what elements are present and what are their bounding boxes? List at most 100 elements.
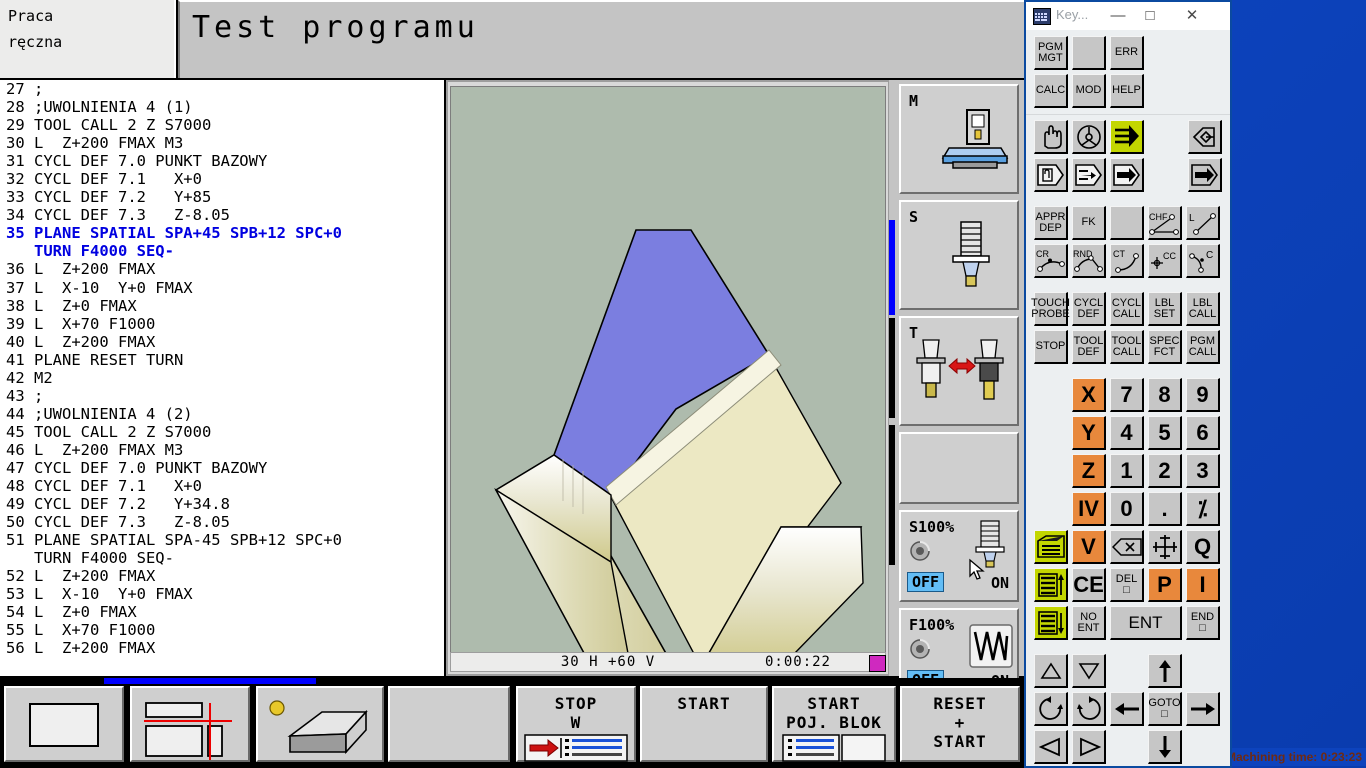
program-line[interactable]: 47 CYCL DEF 7.0 PUNKT BAZOWY (0, 459, 444, 477)
key-err[interactable]: ERR (1110, 36, 1144, 70)
key-sign[interactable]: ⁒ (1186, 492, 1220, 526)
key-spec-fct[interactable]: SPEC FCT (1148, 330, 1182, 364)
key-3[interactable]: 3 (1186, 454, 1220, 488)
key-i[interactable]: I (1186, 568, 1220, 602)
key-q[interactable]: Q (1186, 530, 1220, 564)
simulation-graphics-panel[interactable]: 30 H +60 V 0:00:22 (446, 80, 890, 676)
key-ce[interactable]: CE (1072, 568, 1106, 602)
bottom-softkey-2[interactable] (130, 686, 250, 762)
bottom-softkey-5[interactable]: STOP W (516, 686, 636, 762)
keyboard-title-bar[interactable]: Key... — □ ✕ (1026, 2, 1230, 30)
key-arrow-down[interactable] (1148, 730, 1182, 764)
program-listing[interactable]: 27 ; 28 ;UWOLNIENIA 4 (1) 29 TOOL CALL 2 Z… (0, 80, 444, 676)
key-9[interactable]: 9 (1186, 378, 1220, 412)
key-8[interactable]: 8 (1148, 378, 1182, 412)
key-0[interactable]: 0 (1110, 492, 1144, 526)
program-line[interactable]: TURN F4000 SEQ- (0, 549, 444, 567)
program-line[interactable]: 32 CYCL DEF 7.1 X+0 (0, 170, 444, 188)
key-p[interactable]: P (1148, 568, 1182, 602)
key-1[interactable]: 1 (1110, 454, 1144, 488)
key-cc[interactable]: CC (1148, 244, 1182, 278)
program-line[interactable]: 36 L Z+200 FMAX (0, 260, 444, 278)
program-line[interactable]: 38 L Z+0 FMAX (0, 297, 444, 315)
program-line[interactable]: 33 CYCL DEF 7.2 Y+85 (0, 188, 444, 206)
key-manual[interactable] (1034, 120, 1068, 154)
key-mdi[interactable] (1034, 158, 1068, 192)
minimize-button[interactable]: — (1102, 2, 1134, 29)
program-line[interactable]: 37 L X-10 Y+0 FMAX (0, 279, 444, 297)
key-arrow-left[interactable] (1110, 692, 1144, 726)
program-line[interactable]: 39 L X+70 F1000 (0, 315, 444, 333)
key-lbl-set[interactable]: LBL SET (1148, 292, 1182, 326)
key-goto[interactable]: GOTO □ (1148, 692, 1182, 726)
key-rotate-ccw[interactable] (1034, 692, 1068, 726)
key-axis-v[interactable]: V (1072, 530, 1106, 564)
program-line[interactable]: TURN F4000 SEQ- (0, 242, 444, 260)
vertical-softkey-blank[interactable] (899, 432, 1019, 504)
key-arrow-right[interactable] (1186, 692, 1220, 726)
key-arrow-up[interactable] (1148, 654, 1182, 688)
override-on-button[interactable]: ON (991, 574, 1009, 592)
key-file-list[interactable] (1034, 530, 1068, 564)
key-page-down[interactable] (1034, 606, 1068, 640)
key-axis-y[interactable]: Y (1072, 416, 1106, 450)
vertical-softkey-spindle-icon[interactable]: S (899, 200, 1019, 310)
key-test-run[interactable] (1110, 120, 1144, 154)
key-pgm-mgt[interactable]: PGM MGT (1034, 36, 1068, 70)
program-line[interactable]: 49 CYCL DEF 7.2 Y+34.8 (0, 495, 444, 513)
program-line[interactable]: 51 PLANE SPATIAL SPA-45 SPB+12 SPC+0 (0, 531, 444, 549)
key-actual-position[interactable] (1148, 530, 1182, 564)
key-pgm-edit[interactable] (1188, 158, 1222, 192)
key-ct[interactable]: CT (1110, 244, 1144, 278)
key-end[interactable]: END □ (1186, 606, 1220, 640)
bottom-softkey-4[interactable] (388, 686, 510, 762)
key-pgm-call[interactable]: PGM CALL (1186, 330, 1220, 364)
key-touch-probe[interactable]: TOUCH PROBE (1031, 292, 1070, 326)
key-backspace[interactable] (1110, 530, 1144, 564)
program-line[interactable]: 35 PLANE SPATIAL SPA+45 SPB+12 SPC+0 (0, 224, 444, 242)
key-handwheel[interactable] (1072, 120, 1106, 154)
key-play-right[interactable] (1072, 730, 1106, 764)
override-off-button[interactable]: OFF (907, 572, 945, 592)
key-4[interactable]: 4 (1110, 416, 1144, 450)
key-6[interactable]: 6 (1186, 416, 1220, 450)
key-chf[interactable]: CHF (1148, 206, 1182, 240)
close-button[interactable]: ✕ (1176, 2, 1208, 29)
program-line[interactable]: 55 L X+70 F1000 (0, 621, 444, 639)
key-calc[interactable]: CALC (1034, 74, 1068, 108)
workpiece-3d-view[interactable] (450, 86, 886, 654)
vertical-softkey-tool-change-icon[interactable]: T (899, 316, 1019, 426)
program-line[interactable]: 46 L Z+200 FMAX M3 (0, 441, 444, 459)
program-line[interactable]: 54 L Z+0 FMAX (0, 603, 444, 621)
program-line[interactable]: 45 TOOL CALL 2 Z S7000 (0, 423, 444, 441)
program-line[interactable]: 50 CYCL DEF 7.3 Z-8.05 (0, 513, 444, 531)
program-line[interactable]: 42 M2 (0, 369, 444, 387)
program-line[interactable]: 44 ;UWOLNIENIA 4 (2) (0, 405, 444, 423)
key-del[interactable]: DEL □ (1110, 568, 1144, 602)
key-rnd[interactable]: RND (1072, 244, 1106, 278)
vertical-softkey-machine-icon[interactable]: M (899, 84, 1019, 194)
key-lbl-call[interactable]: LBL CALL (1186, 292, 1220, 326)
program-line[interactable]: 29 TOOL CALL 2 Z S7000 (0, 116, 444, 134)
key-5[interactable]: 5 (1148, 416, 1182, 450)
program-line[interactable]: 41 PLANE RESET TURN (0, 351, 444, 369)
program-line[interactable]: 34 CYCL DEF 7.3 Z-8.05 (0, 206, 444, 224)
graphics-settings-icon[interactable] (869, 655, 886, 672)
key-tool-def[interactable]: TOOL DEF (1072, 330, 1106, 364)
key-full-sequence[interactable] (1110, 158, 1144, 192)
key-appr-dep[interactable]: APPR DEP (1034, 206, 1068, 240)
program-line[interactable]: 53 L X-10 Y+0 FMAX (0, 585, 444, 603)
program-line[interactable]: 48 CYCL DEF 7.1 X+0 (0, 477, 444, 495)
key-next-block[interactable] (1072, 654, 1106, 688)
key-blank-2[interactable] (1110, 206, 1144, 240)
key-blank-1[interactable] (1072, 36, 1106, 70)
key-rotate-cw[interactable] (1072, 692, 1106, 726)
key-play-left[interactable] (1034, 730, 1068, 764)
key-2[interactable]: 2 (1148, 454, 1182, 488)
program-line[interactable]: 30 L Z+200 FMAX M3 (0, 134, 444, 152)
key-help[interactable]: HELP (1110, 74, 1144, 108)
program-line[interactable]: 31 CYCL DEF 7.0 PUNKT BAZOWY (0, 152, 444, 170)
virtual-keyboard-window[interactable]: Key... — □ ✕ PGM MGT ERR CALC MOD HELP APPR D… (1024, 0, 1232, 768)
key-program-nr[interactable] (1188, 120, 1222, 154)
key-fk[interactable]: FK (1072, 206, 1106, 240)
